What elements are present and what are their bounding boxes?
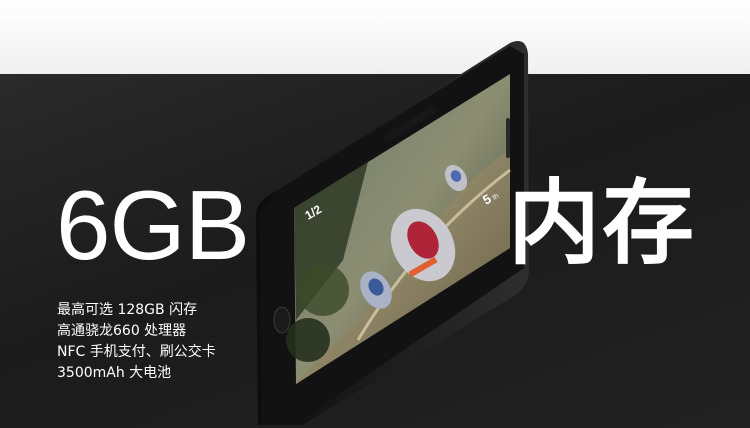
feature-item-processor: 高通骁龙660 处理器	[57, 323, 187, 339]
phone-fingerprint-sensor	[273, 306, 291, 334]
feature-item-storage: 最高可选 128GB 闪存	[57, 302, 198, 318]
phone-speaker	[506, 118, 510, 158]
headline-label: 内存	[508, 170, 697, 277]
headline-capacity: 6GB	[56, 170, 250, 280]
feature-item-battery: 3500mAh 大电池	[57, 365, 172, 381]
phone-image: 1/2 5 th	[248, 40, 533, 425]
feature-list: 最高可选 128GB 闪存 高通骁龙660 处理器 NFC 手机支付、刷公交卡 …	[57, 300, 216, 384]
feature-item-nfc: NFC 手机支付、刷公交卡	[57, 344, 216, 360]
